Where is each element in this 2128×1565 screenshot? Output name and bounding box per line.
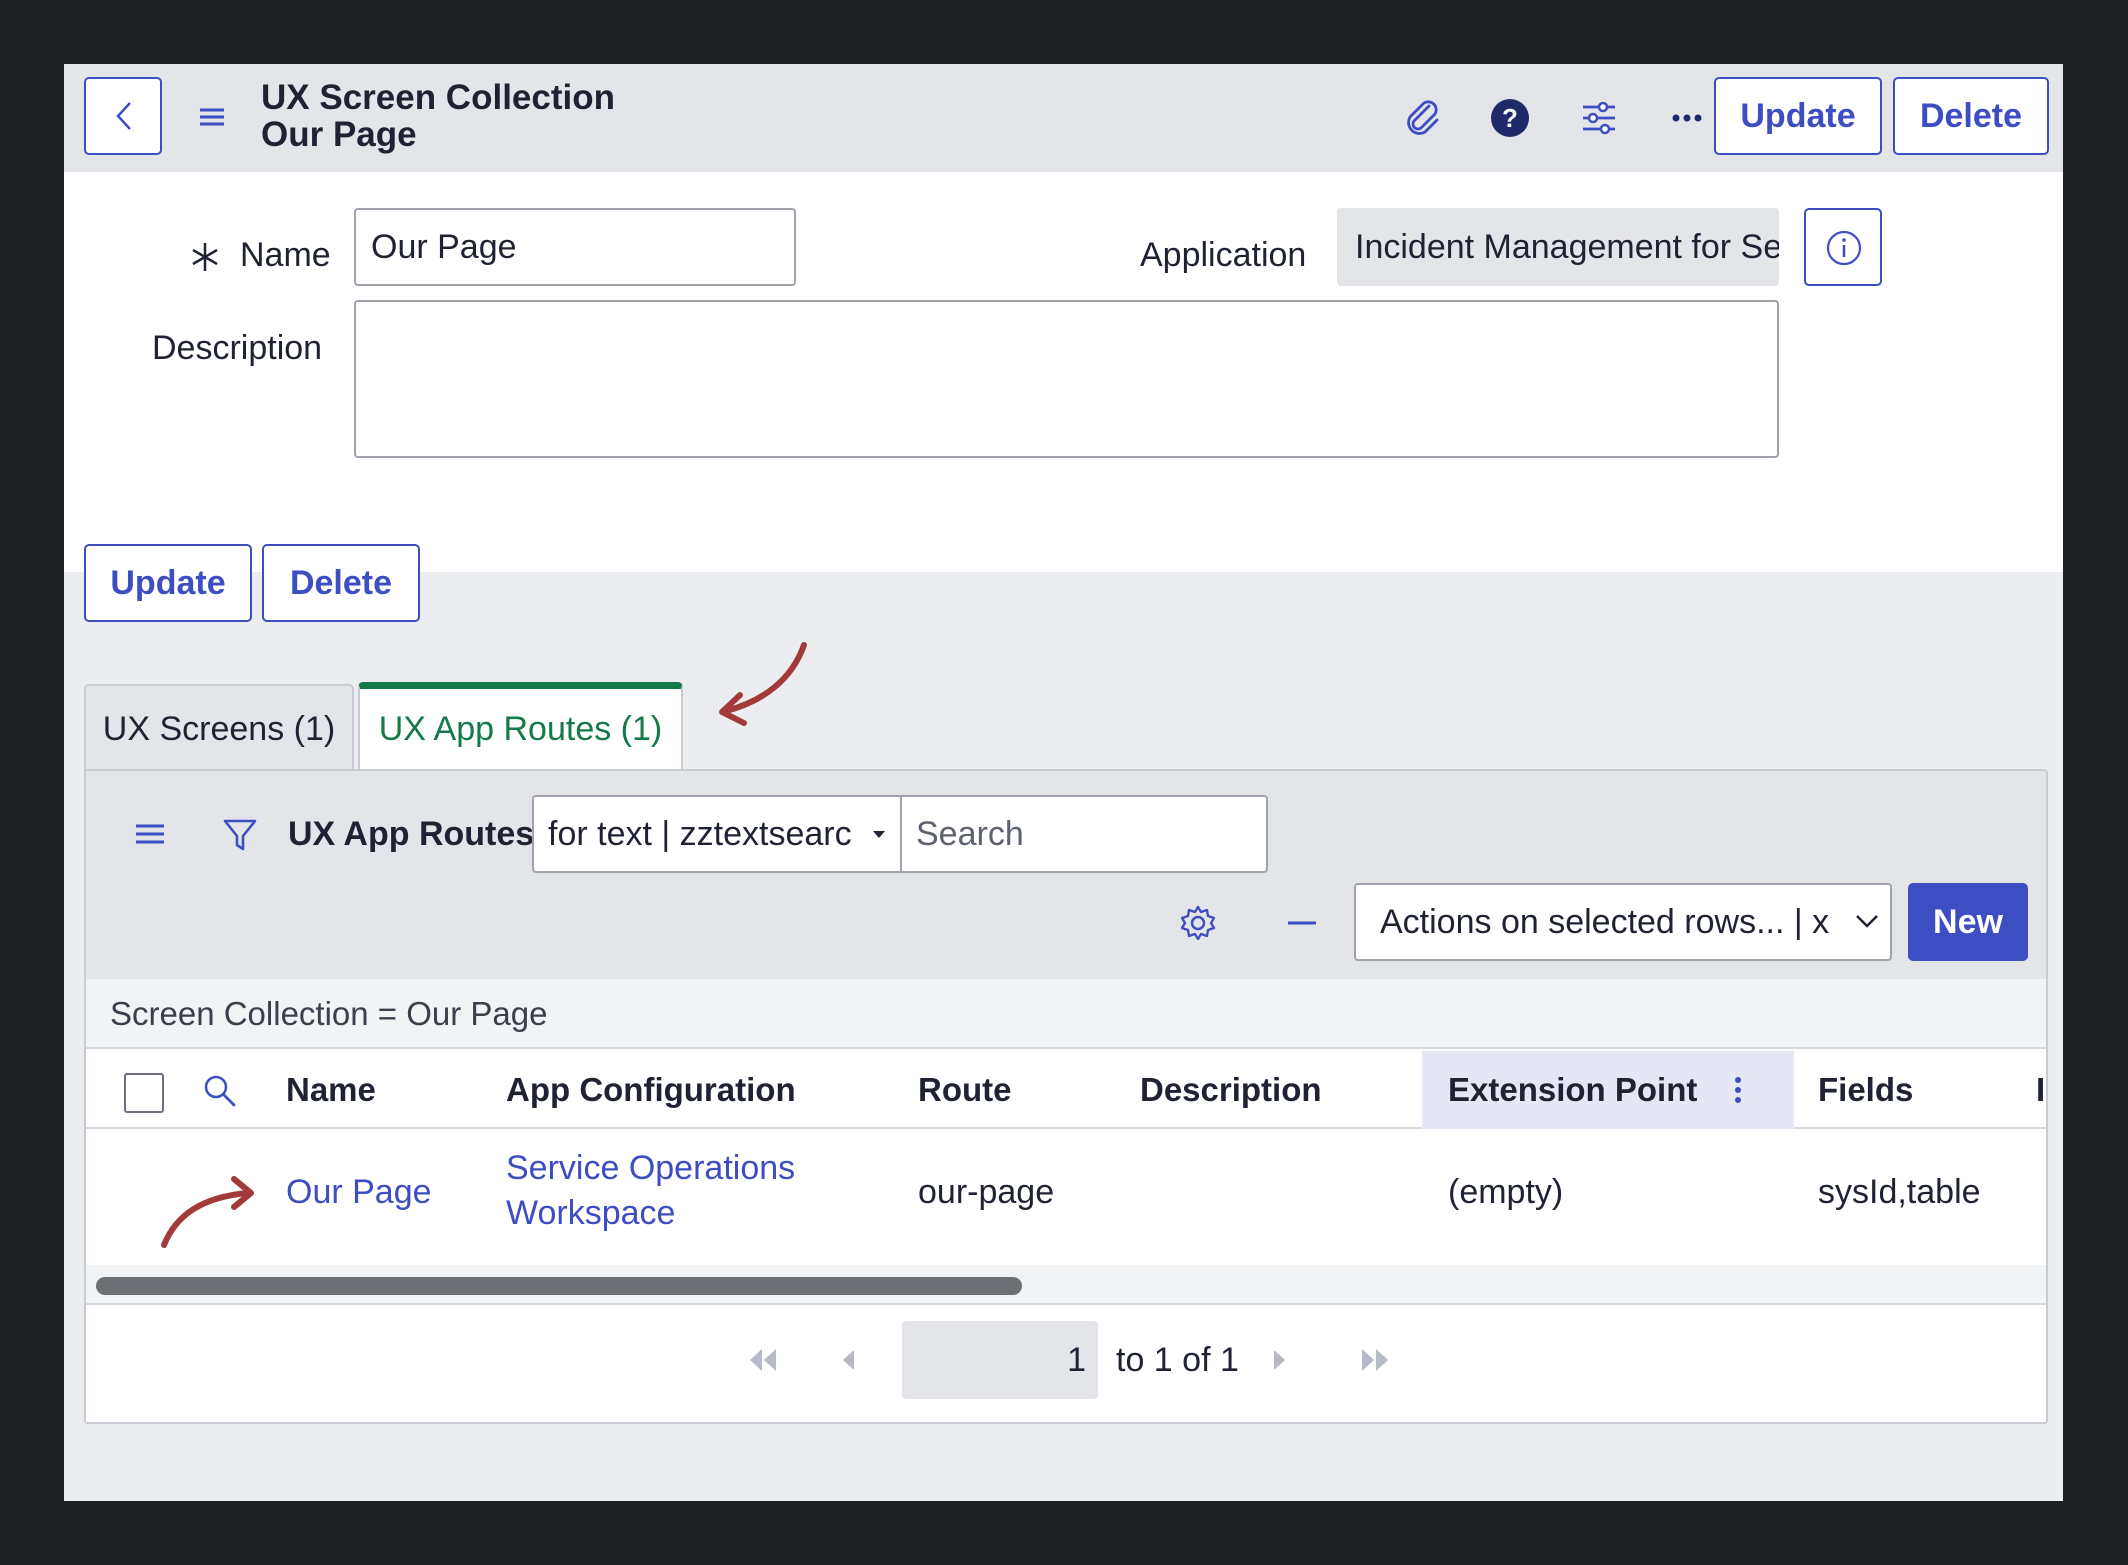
name-label: Name: [240, 236, 331, 274]
annotation-arrow-icon: [161, 1176, 254, 1248]
list-toolbar: UX App Routes for text | zztextsearc Sea…: [86, 771, 2046, 979]
back-icon: [116, 102, 131, 130]
column-header-route[interactable]: Route: [918, 1051, 1012, 1129]
pagination: 1 to 1 of 1: [86, 1307, 2046, 1422]
new-button[interactable]: New: [1908, 883, 2028, 961]
form-update-button[interactable]: Update: [84, 544, 252, 622]
gear-icon[interactable]: [1178, 903, 1218, 943]
list-title: UX App Routes: [288, 815, 535, 853]
list-actions-select-value: Actions on selected rows... | x: [1380, 903, 1830, 941]
header-update-button[interactable]: Update: [1714, 77, 1882, 155]
back-button[interactable]: [84, 77, 162, 155]
first-page-icon[interactable]: [746, 1345, 780, 1375]
column-search-icon[interactable]: [200, 1071, 240, 1111]
filter-icon[interactable]: [220, 815, 260, 855]
table-header: Name App Configuration Route Description…: [86, 1051, 2046, 1129]
more-icon[interactable]: [1663, 94, 1711, 142]
collapse-icon[interactable]: [1282, 903, 1322, 943]
chevron-down-icon: [1856, 915, 1878, 928]
list-actions-select[interactable]: Actions on selected rows... | x: [1354, 883, 1892, 961]
search-field-select[interactable]: for text | zztextsearc: [532, 795, 900, 873]
record-type-title: UX Screen Collection: [261, 78, 615, 117]
row-name-link[interactable]: Our Page: [286, 1173, 432, 1212]
info-icon: [1826, 230, 1862, 266]
column-header-app-configuration[interactable]: App Configuration: [506, 1051, 796, 1129]
form-header: UX Screen Collection Our Page ? Update D…: [64, 64, 2063, 172]
paperclip-icon[interactable]: [1398, 94, 1446, 142]
column-header-extension-point[interactable]: Extension Point: [1448, 1051, 1697, 1129]
description-label: Description: [152, 329, 323, 367]
next-page-icon[interactable]: [1270, 1345, 1290, 1375]
row-fields: sysId,table: [1818, 1173, 1981, 1211]
help-icon[interactable]: ?: [1486, 94, 1534, 142]
description-field[interactable]: [354, 300, 1779, 458]
scrollbar-thumb[interactable]: [96, 1277, 1022, 1295]
hamburger-icon[interactable]: [194, 102, 230, 132]
record-name-title: Our Page: [261, 115, 417, 154]
settings-sliders-icon[interactable]: [1575, 94, 1623, 142]
caret-down-icon: [873, 831, 885, 838]
tab-ux-screens[interactable]: UX Screens (1): [84, 684, 354, 770]
tab-ux-app-routes[interactable]: UX App Routes (1): [358, 682, 683, 772]
svg-text:?: ?: [1502, 103, 1518, 133]
related-list-panel: UX App Routes for text | zztextsearc Sea…: [84, 769, 2048, 1424]
application-label: Application: [1140, 236, 1307, 274]
previous-page-icon[interactable]: [838, 1345, 858, 1375]
row-app-configuration-link-line2[interactable]: Workspace: [506, 1194, 675, 1233]
search-field-select-value: for text | zztextsearc: [548, 815, 852, 853]
column-header-description[interactable]: Description: [1140, 1051, 1322, 1129]
application-info-button[interactable]: [1804, 208, 1882, 286]
page-number-input[interactable]: 1: [902, 1321, 1098, 1399]
application-field: Incident Management for Se: [1337, 208, 1779, 286]
horizontal-scrollbar[interactable]: [86, 1265, 2046, 1305]
column-menu-icon[interactable]: [1732, 1073, 1744, 1107]
column-header-name[interactable]: Name: [286, 1051, 376, 1129]
header-delete-button[interactable]: Delete: [1893, 77, 2049, 155]
list-breadcrumb[interactable]: Screen Collection = Our Page: [86, 979, 2046, 1049]
table-row: Our Page Service Operations Workspace ou…: [86, 1129, 2046, 1265]
column-header-truncated[interactable]: I: [2036, 1051, 2045, 1129]
list-menu-icon[interactable]: [132, 819, 168, 849]
mandatory-star-icon: [192, 243, 218, 271]
row-route: our-page: [918, 1173, 1055, 1211]
row-app-configuration-link-line1[interactable]: Service Operations: [506, 1149, 795, 1188]
column-header-fields[interactable]: Fields: [1818, 1051, 1913, 1129]
app-frame: UX Screen Collection Our Page ? Update D…: [64, 64, 2063, 1501]
list-search-input[interactable]: Search: [900, 795, 1268, 873]
name-field[interactable]: Our Page: [354, 208, 796, 286]
record-form: Name Our Page Application Incident Manag…: [64, 172, 2063, 572]
select-all-checkbox[interactable]: [124, 1073, 164, 1113]
form-delete-button[interactable]: Delete: [262, 544, 420, 622]
last-page-icon[interactable]: [1358, 1345, 1392, 1375]
page-range-text: to 1 of 1: [1116, 1341, 1239, 1379]
row-extension-point: (empty): [1448, 1173, 1564, 1211]
annotation-arrow-icon: [719, 642, 807, 726]
